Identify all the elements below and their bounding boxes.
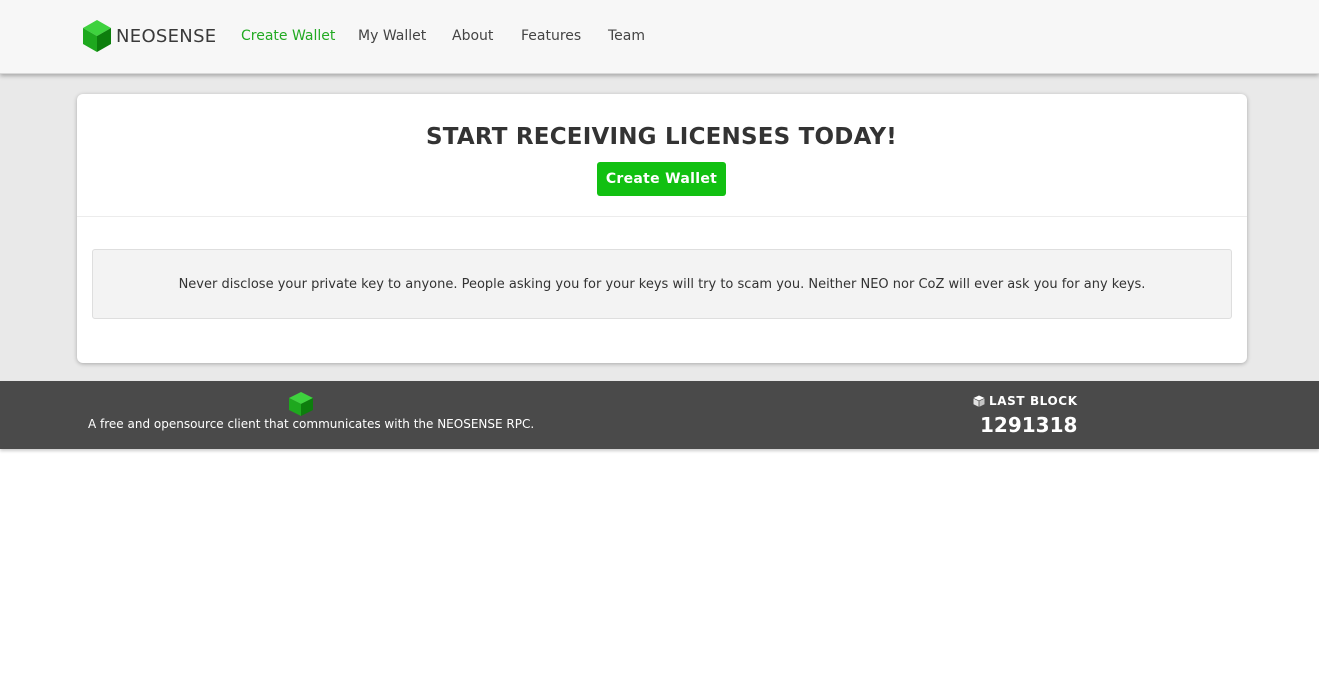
nav-create-wallet[interactable]: Create Wallet [241, 27, 335, 45]
neo-cube-icon [83, 20, 111, 52]
hero-title: START RECEIVING LICENSES TODAY! [426, 124, 897, 150]
create-wallet-button[interactable]: Create Wallet [597, 162, 726, 196]
card-divider [77, 216, 1247, 217]
brand-logo-link[interactable]: NEOSENSE [83, 20, 216, 52]
nav-my-wallet[interactable]: My Wallet [358, 27, 426, 45]
security-warning-text: Never disclose your private key to anyon… [178, 276, 1146, 292]
footer [0, 381, 1319, 449]
cube-icon [973, 395, 989, 407]
nav-features[interactable]: Features [521, 27, 581, 45]
last-block-value: 1291318 [980, 413, 1078, 437]
last-block-heading: LAST BLOCK [973, 394, 1078, 408]
footer-logo [289, 392, 313, 416]
navbar: NEOSENSE Create Wallet My Wallet About F… [0, 0, 1319, 74]
security-warning: Never disclose your private key to anyon… [92, 249, 1232, 319]
brand-name: NEOSENSE [116, 25, 217, 47]
last-block-label: LAST BLOCK [989, 394, 1078, 408]
nav-team[interactable]: Team [608, 27, 645, 45]
footer-description: A free and opensource client that commun… [88, 417, 535, 431]
neo-cube-icon [289, 392, 313, 416]
nav-about[interactable]: About [452, 27, 493, 45]
